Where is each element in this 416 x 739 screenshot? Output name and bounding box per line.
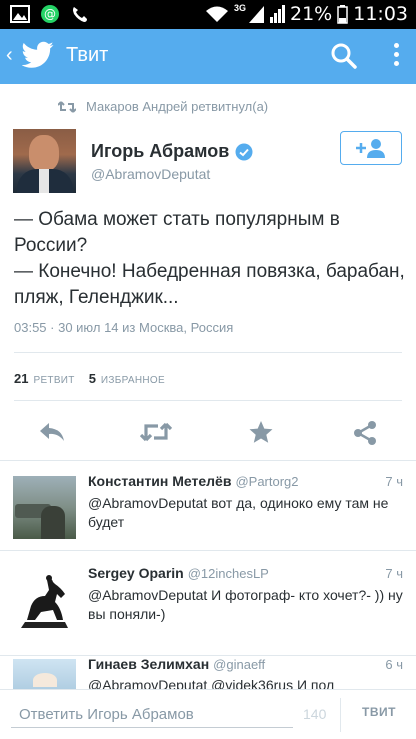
retweet-label[interactable]: РЕТВИТ: [33, 375, 74, 386]
verified-badge-icon: [235, 143, 253, 160]
reply-author-name: Sergey Oparin: [88, 565, 184, 581]
retweet-icon[interactable]: [140, 420, 172, 444]
whatsapp-icon: @: [41, 5, 59, 23]
reply-avatar[interactable]: [13, 570, 76, 633]
reply-author-handle: @ginaeff: [213, 657, 266, 672]
favorite-label[interactable]: ИЗБРАННОЕ: [101, 375, 165, 386]
author-handle[interactable]: @AbramovDeputat: [91, 166, 210, 182]
author-name: Игорь Абрамов: [91, 141, 230, 161]
clock: 11:03: [353, 3, 408, 25]
reply-author-handle: @Partorg2: [235, 474, 299, 489]
reply-time: 7 ч: [385, 474, 403, 489]
author-name-row[interactable]: Игорь Абрамов: [91, 141, 253, 162]
page-title: Твит: [66, 44, 109, 66]
battery-icon: [337, 4, 348, 24]
twitter-bird-icon[interactable]: [22, 41, 54, 69]
reply-icon[interactable]: [38, 420, 66, 444]
reply-text: @AbramovDeputat И фотограф- кто хочет?- …: [88, 587, 403, 622]
overflow-menu-icon[interactable]: [392, 43, 400, 70]
reply-author-row: Константин Метелёв @Partorg2: [88, 473, 299, 489]
signal-icon: [249, 6, 264, 23]
divider: [340, 698, 341, 732]
add-user-icon: [356, 139, 385, 158]
tweet-stats: 21 РЕТВИТ 5 ИЗБРАННОЕ: [14, 371, 165, 386]
reply-avatar[interactable]: [13, 476, 76, 539]
reply-author-row: Гинаев Зелимхан @ginaeff: [88, 656, 265, 672]
reply-item[interactable]: Гинаев Зелимхан @ginaeff 6 ч @AbramovDepu…: [0, 656, 416, 689]
retweeted-by-text: Макаров Андрей ретвитнул(а): [86, 99, 269, 114]
char-counter: 140: [303, 706, 327, 722]
action-bar: ‹ Твит: [0, 29, 416, 84]
favorite-star-icon[interactable]: [248, 420, 274, 444]
follow-button[interactable]: [340, 131, 402, 165]
reply-author-name: Константин Метелёв: [88, 473, 232, 489]
battery-percent: 21%: [290, 3, 333, 25]
reply-author-name: Гинаев Зелимхан: [88, 656, 210, 672]
signal-icon-2: [270, 5, 285, 23]
tweet-meta: 03:55 · 30 июл 14 из Москва, Россия: [14, 320, 233, 335]
author-avatar[interactable]: [13, 129, 76, 193]
status-bar: @ 3G 21% 11:03: [0, 0, 416, 29]
back-chevron-icon[interactable]: ‹: [6, 44, 13, 67]
divider: [14, 352, 402, 353]
reply-item[interactable]: Sergey Oparin @12inchesLP 7 ч @AbramovDep…: [0, 551, 416, 655]
reply-item[interactable]: Константин Метелёв @Partorg2 7 ч @Abramov…: [0, 461, 416, 550]
reply-text: @AbramovDeputat вот да, одиноко ему там …: [88, 495, 389, 530]
reply-time: 7 ч: [385, 566, 403, 581]
network-type-label: 3G: [233, 3, 246, 13]
gallery-icon: [10, 5, 30, 23]
svg-text:@: @: [44, 7, 56, 21]
wifi-icon: [205, 6, 228, 22]
reply-time: 6 ч: [385, 657, 403, 672]
reply-author-handle: @12inchesLP: [187, 566, 269, 581]
tweet-text: — Обама может стать популярным в России?…: [14, 209, 405, 308]
share-icon[interactable]: [352, 420, 378, 446]
divider: [14, 400, 402, 401]
reply-author-row: Sergey Oparin @12inchesLP: [88, 565, 269, 581]
reply-text: @AbramovDeputat @videk36rus И пол: [88, 677, 335, 689]
retweet-count[interactable]: 21: [14, 371, 28, 386]
retweet-small-icon: [58, 100, 76, 113]
search-icon[interactable]: [330, 42, 358, 70]
tweet-time: 03:55 · 30 июл 14: [14, 320, 119, 335]
retweeted-by: Макаров Андрей ретвитнул(а): [58, 99, 268, 114]
viber-icon: [73, 7, 87, 22]
tweet-actions: [0, 416, 416, 452]
reply-avatar[interactable]: [13, 659, 76, 689]
tweet-button[interactable]: ТВИТ: [350, 705, 408, 719]
reply-input[interactable]: [11, 702, 293, 728]
tweet-location: из Москва, Россия: [122, 320, 234, 335]
horseman-statue-image: [21, 575, 68, 628]
reply-compose-bar: 140 ТВИТ: [0, 689, 416, 739]
favorite-count[interactable]: 5: [89, 371, 96, 386]
